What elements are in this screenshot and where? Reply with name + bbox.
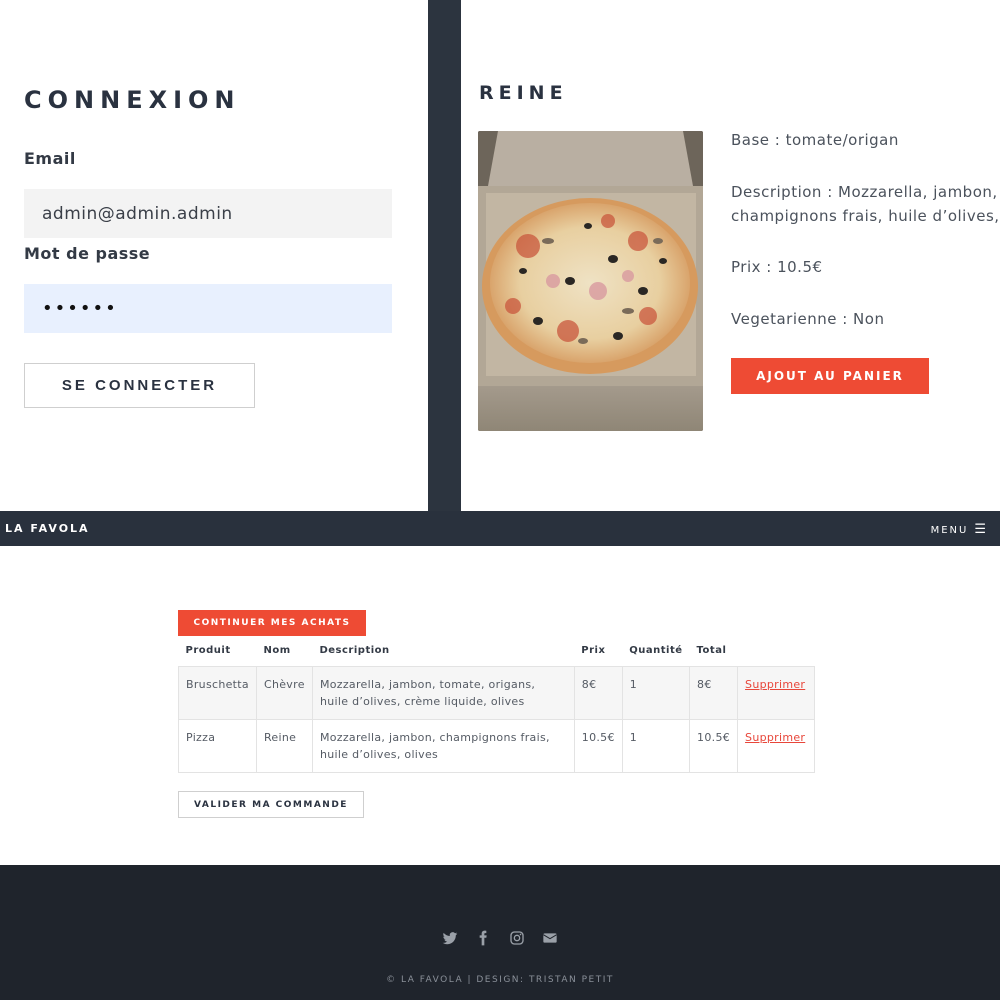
instagram-icon[interactable] <box>509 930 525 946</box>
password-label: Mot de passe <box>24 244 151 263</box>
product-panel: REINE Base: tomate/origan Description:… <box>461 0 1000 511</box>
login-title: CONNEXION <box>24 86 241 114</box>
hamburger-icon: ☰ <box>974 522 988 537</box>
facebook-icon[interactable] <box>475 930 491 946</box>
cell-name: Chèvre <box>255 665 313 720</box>
delete-link[interactable]: Supprimer <box>745 731 805 744</box>
cell-total: 10.5€ <box>689 718 739 773</box>
cell-price: 8€ <box>573 665 623 720</box>
footer: © LA FAVOLA | DESIGN: TRISTAN PETIT <box>0 865 1000 1000</box>
column-header: Prix <box>581 645 606 657</box>
product-price: Prix : 10.5€ <box>731 258 823 276</box>
envelope-icon[interactable] <box>542 930 558 946</box>
table-row: Pizza Reine Mozzarella, jambon, champign… <box>178 718 815 773</box>
product-base: Base : tomate/origan <box>731 131 899 149</box>
column-header: Total <box>696 645 727 657</box>
cart-table: Produit Nom Description Prix Quantité To… <box>178 638 815 773</box>
cell-action: Supprimer <box>737 718 815 773</box>
product-title: REINE <box>479 82 568 104</box>
validate-order-button[interactable]: VALIDER MA COMMANDE <box>178 791 364 818</box>
cell-product: Bruschetta <box>178 665 257 720</box>
column-header: Nom <box>263 645 291 657</box>
cell-description: Mozzarella, jambon, tomate, origans, hui… <box>311 665 575 720</box>
cell-quantity: 1 <box>621 718 691 773</box>
pizza-photo <box>478 131 703 431</box>
product-vegetarian: Vegetarienne : Non <box>731 310 885 328</box>
menu-button[interactable]: MENU ☰ <box>931 522 988 537</box>
cell-product: Pizza <box>178 718 257 773</box>
column-header <box>738 638 815 666</box>
cell-price: 10.5€ <box>573 718 623 773</box>
cell-action: Supprimer <box>737 665 815 720</box>
email-field[interactable] <box>24 189 392 238</box>
cell-description: Mozzarella, jambon, champignons frais, h… <box>311 718 575 773</box>
table-header-row: Produit Nom Description Prix Quantité To… <box>179 638 815 666</box>
twitter-icon[interactable] <box>442 930 458 946</box>
column-header: Quantité <box>629 645 683 657</box>
cell-name: Reine <box>255 718 313 773</box>
cell-quantity: 1 <box>621 665 691 720</box>
social-links <box>0 927 1000 946</box>
product-description: Description : Mozzarella, jambon, champi… <box>731 183 1000 225</box>
column-header: Produit <box>185 645 231 657</box>
email-label: Email <box>24 149 76 168</box>
add-to-cart-button[interactable]: AJOUT AU PANIER <box>731 358 929 394</box>
delete-link[interactable]: Supprimer <box>745 678 805 691</box>
login-panel: CONNEXION Email Mot de passe SE CONNECTE… <box>0 0 428 511</box>
brand-logo[interactable]: LA FAVOLA <box>5 522 90 535</box>
screenshot-collage: CONNEXION Email Mot de passe SE CONNECTE… <box>0 0 1000 1000</box>
continue-shopping-button[interactable]: CONTINUER MES ACHATS <box>178 610 366 636</box>
cell-total: 8€ <box>689 665 739 720</box>
menu-label: MENU <box>930 525 969 536</box>
navbar: LA FAVOLA MENU ☰ <box>0 511 1000 546</box>
table-row: Bruschetta Chèvre Mozzarella, jambon, to… <box>178 665 815 720</box>
login-button[interactable]: SE CONNECTER <box>24 363 255 408</box>
column-header: Description <box>319 645 390 657</box>
cart-section: CONTINUER MES ACHATS Produit Nom Descrip… <box>0 546 1000 865</box>
copyright-text: © LA FAVOLA | DESIGN: TRISTAN PETIT <box>386 975 614 985</box>
password-field[interactable] <box>24 284 392 333</box>
